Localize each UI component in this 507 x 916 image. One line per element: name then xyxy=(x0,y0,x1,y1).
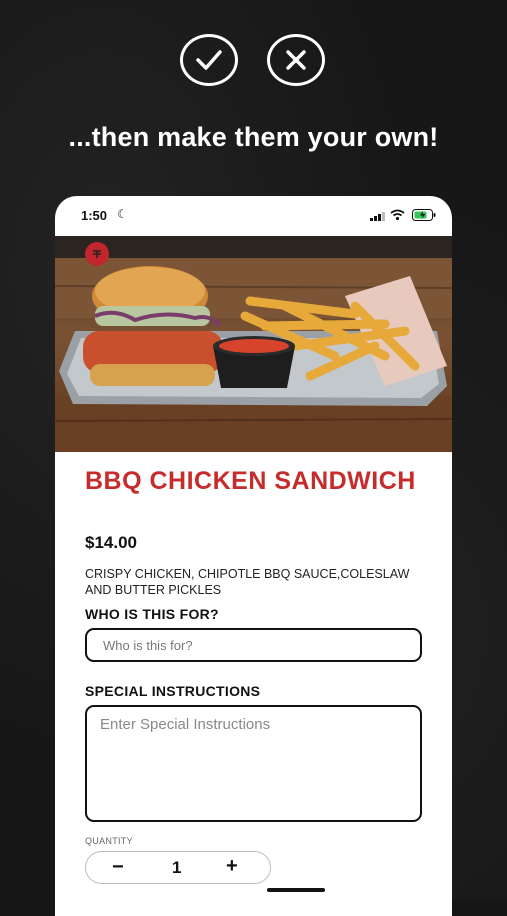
quantity-stepper: − 1 + xyxy=(85,851,271,884)
quantity-label: QUANTITY xyxy=(85,836,133,846)
item-description: CRISPY CHICKEN, CHIPOTLE BBQ SAUCE,COLES… xyxy=(85,567,410,597)
special-instructions-field[interactable]: Enter Special Instructions xyxy=(85,705,422,822)
phone-screen: 1:50 ☾ BBQ CHICKEN SANDWICH $14.00 CRISP… xyxy=(55,196,452,916)
item-title: BBQ CHICKEN SANDWICH xyxy=(85,467,416,495)
status-time: 1:50 xyxy=(81,208,108,223)
who-for-label: WHO IS THIS FOR? xyxy=(85,606,219,622)
special-instructions-label: SPECIAL INSTRUCTIONS xyxy=(85,683,261,699)
food-photo xyxy=(55,236,452,452)
decrement-button[interactable]: − xyxy=(112,856,124,879)
home-indicator[interactable] xyxy=(267,888,325,892)
checkmark-icon xyxy=(180,34,238,86)
close-icon xyxy=(267,34,325,86)
signal-icon xyxy=(370,212,385,221)
promo-headline: ...then make them your own! xyxy=(68,122,439,152)
increment-button[interactable]: + xyxy=(226,855,238,878)
wifi-icon xyxy=(390,209,405,221)
promo-icons xyxy=(0,34,507,90)
status-bar: 1:50 ☾ xyxy=(55,196,452,236)
favorite-icon[interactable] xyxy=(85,242,109,266)
moon-icon: ☾ xyxy=(117,207,128,221)
battery-icon xyxy=(412,209,436,221)
quantity-value: 1 xyxy=(172,858,182,877)
who-for-input[interactable]: Who is this for? xyxy=(85,628,422,662)
item-price: $14.00 xyxy=(85,533,137,552)
